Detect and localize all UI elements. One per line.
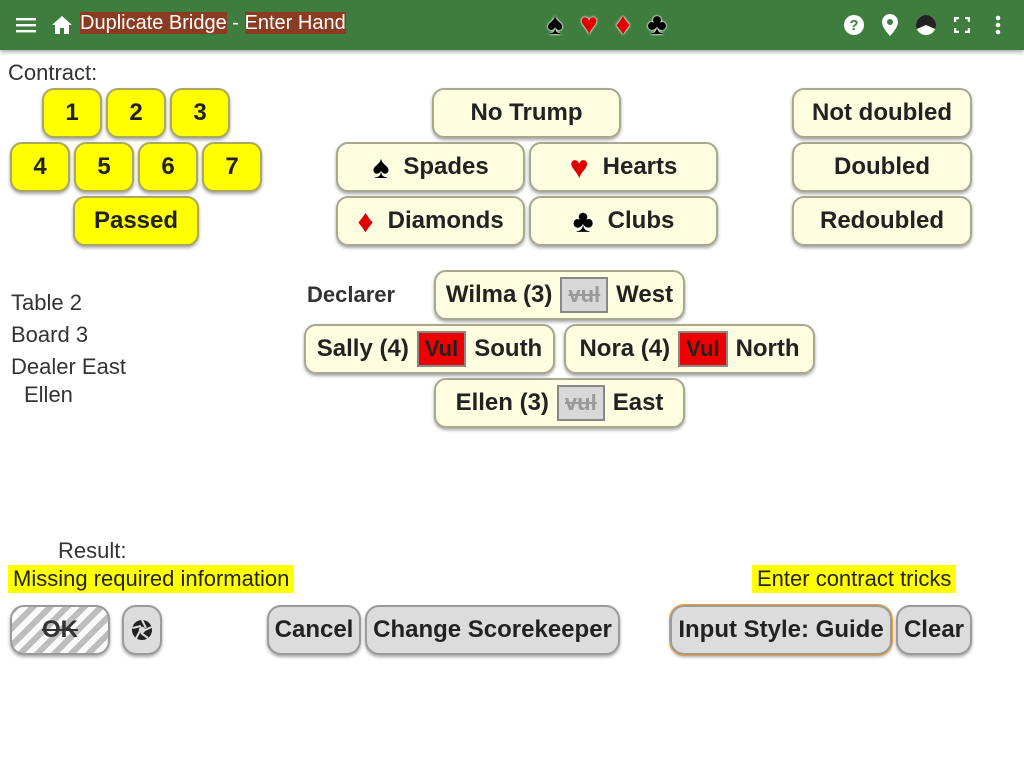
south-player: Sally (4) <box>316 335 409 362</box>
declarer-west-button[interactable]: Wilma (3) vul West <box>434 270 685 320</box>
vulnerability-badge: Vul <box>416 331 467 367</box>
missing-info-message: Missing required information <box>8 565 295 593</box>
passed-button[interactable]: Passed <box>73 196 199 246</box>
heart-icon: ♥ <box>580 8 598 41</box>
camera-shutter-icon <box>132 619 152 640</box>
enter-tricks-message: Enter contract tricks <box>752 565 957 593</box>
help-icon[interactable]: ? <box>842 13 866 37</box>
title-page-name: Enter Hand <box>244 12 346 34</box>
table-number: Table 2 <box>11 290 82 315</box>
level-4-button[interactable]: 4 <box>10 142 70 192</box>
declarer-label: Declarer <box>307 282 396 307</box>
diamond-icon: ♦ <box>615 8 631 41</box>
suits-header: ♠ ♥ ♦ ♣ <box>538 10 674 40</box>
west-player: Wilma (3) <box>445 281 553 308</box>
spades-label: Spades <box>403 153 489 180</box>
vulnerability-badge: Vul <box>678 331 728 367</box>
declarer-north-button[interactable]: Nora (4) Vul North <box>564 324 815 374</box>
south-direction: South <box>474 335 543 362</box>
clear-button[interactable]: Clear <box>896 605 972 655</box>
location-icon[interactable] <box>878 13 902 37</box>
change-scorekeeper-button[interactable]: Change Scorekeeper <box>365 605 620 655</box>
camera-button[interactable] <box>122 605 162 655</box>
board-number: Board 3 <box>11 322 89 347</box>
title-app-name: Duplicate Bridge <box>80 12 227 34</box>
level-2-button[interactable]: 2 <box>106 88 166 138</box>
declarer-east-button[interactable]: Ellen (3) vul East <box>434 378 685 428</box>
page-title: Duplicate Bridge - Enter Hand <box>80 12 346 35</box>
fullscreen-icon[interactable] <box>950 13 974 37</box>
cancel-button[interactable]: Cancel <box>267 605 361 655</box>
clubs-button[interactable]: ♣ Clubs <box>529 196 718 246</box>
west-direction: West <box>616 281 674 308</box>
heart-icon: ♥ <box>569 149 589 185</box>
app-header: Duplicate Bridge - Enter Hand ♠ ♥ ♦ ♣ ? <box>0 0 1024 50</box>
menu-icon[interactable] <box>14 13 38 37</box>
vulnerability-badge: vul <box>556 385 605 421</box>
hearts-label: Hearts <box>602 153 678 180</box>
diamonds-label: Diamonds <box>387 207 504 234</box>
club-icon: ♣ <box>647 8 667 41</box>
contract-label: Contract: <box>8 60 98 85</box>
clubs-label: Clubs <box>607 207 675 234</box>
level-3-button[interactable]: 3 <box>170 88 230 138</box>
dealer-name: Ellen <box>24 382 73 407</box>
doubled-button[interactable]: Doubled <box>792 142 972 192</box>
pie-chart-icon[interactable] <box>914 13 938 37</box>
north-direction: North <box>735 335 800 362</box>
level-6-button[interactable]: 6 <box>138 142 198 192</box>
hearts-button[interactable]: ♥ Hearts <box>529 142 718 192</box>
diamond-icon: ♦ <box>357 203 374 239</box>
dealer-direction: Dealer East <box>11 354 126 379</box>
ok-button[interactable]: OK <box>10 605 110 655</box>
home-icon[interactable] <box>50 13 74 37</box>
east-player: Ellen (3) <box>455 389 549 416</box>
redoubled-button[interactable]: Redoubled <box>792 196 972 246</box>
title-separator: - <box>226 12 245 34</box>
svg-text:?: ? <box>849 17 858 34</box>
level-5-button[interactable]: 5 <box>74 142 134 192</box>
more-vert-icon[interactable] <box>986 13 1010 37</box>
not-doubled-button[interactable]: Not doubled <box>792 88 972 138</box>
diamonds-button[interactable]: ♦ Diamonds <box>336 196 525 246</box>
spades-button[interactable]: ♠ Spades <box>336 142 525 192</box>
club-icon: ♣ <box>572 203 594 239</box>
input-style-button[interactable]: Input Style: Guide <box>669 604 893 656</box>
result-label: Result: <box>58 538 127 563</box>
spade-icon: ♠ <box>547 8 563 41</box>
no-trump-button[interactable]: No Trump <box>432 88 621 138</box>
north-player: Nora (4) <box>579 335 671 362</box>
declarer-south-button[interactable]: Sally (4) Vul South <box>304 324 555 374</box>
spade-icon: ♠ <box>372 149 390 185</box>
vulnerability-badge: vul <box>560 277 609 313</box>
east-direction: East <box>612 389 664 416</box>
level-1-button[interactable]: 1 <box>42 88 102 138</box>
level-7-button[interactable]: 7 <box>202 142 262 192</box>
